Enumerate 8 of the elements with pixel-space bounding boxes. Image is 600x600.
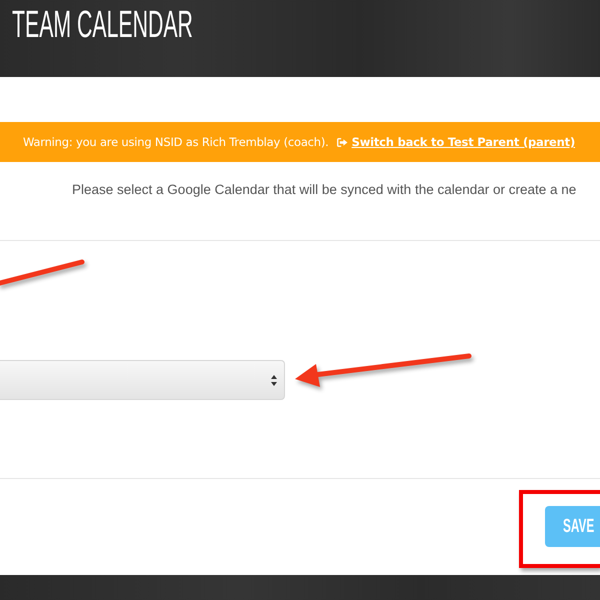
- up-down-caret-icon: [271, 374, 277, 386]
- switch-back-link[interactable]: Switch back to Test Parent (parent): [352, 135, 576, 149]
- page-title: TEAM CALENDAR: [12, 6, 193, 44]
- instructions-text: Please select a Google Calendar that will be synced with the calendar or create a ne: [72, 182, 576, 197]
- save-button[interactable]: SAVE: [545, 506, 600, 547]
- warning-message: Warning: you are using NSID as Rich Tremblay (coach).: [22, 135, 329, 149]
- calendar-select[interactable]: [0, 360, 285, 400]
- exit-icon: [336, 138, 348, 146]
